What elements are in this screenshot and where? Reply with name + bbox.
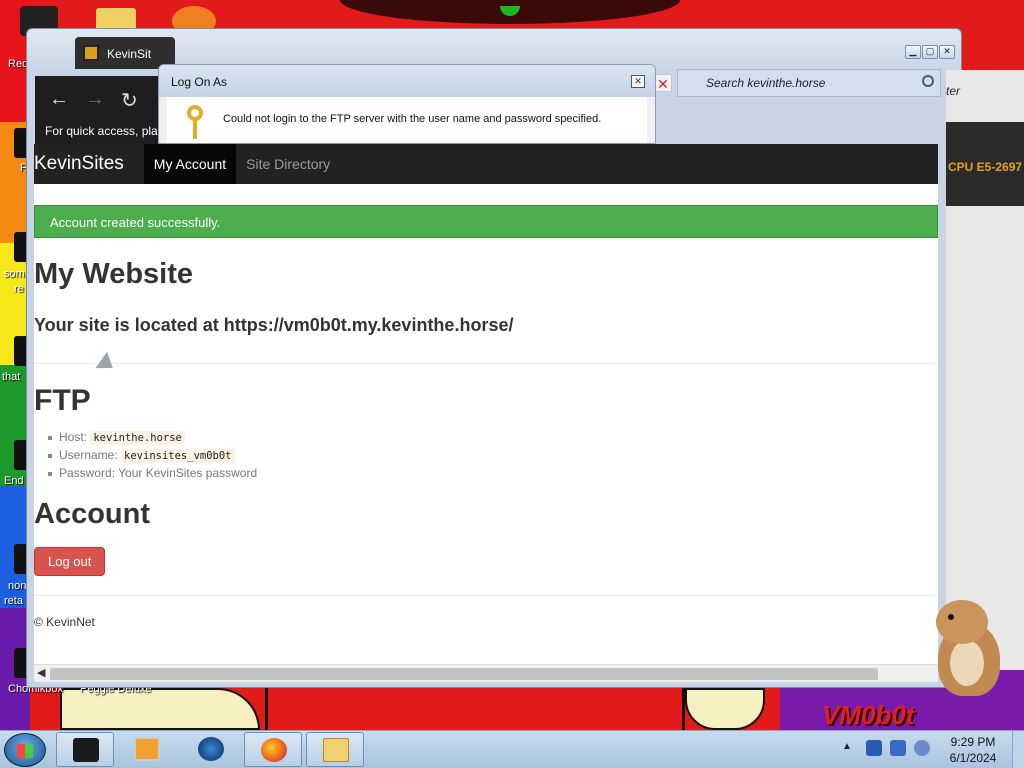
ftp-username-item: Username: kevinsites_vm0b0t: [48, 448, 938, 466]
start-button[interactable]: [4, 733, 46, 767]
globe-icon: [198, 737, 224, 761]
desktop-icon-label[interactable]: re: [14, 283, 24, 295]
maximize-icon[interactable]: ▢: [922, 45, 938, 59]
taskbar-app-globe[interactable]: [182, 732, 240, 767]
success-alert: Account created successfully.: [34, 205, 938, 238]
back-arrow-icon[interactable]: ←: [49, 88, 69, 111]
dialog-close-icon[interactable]: ✕: [631, 75, 645, 88]
terminal-icon: [73, 738, 99, 762]
taskbar-app-firefox[interactable]: [244, 732, 302, 767]
host-label: Host:: [59, 430, 88, 444]
keys-icon: [181, 105, 207, 141]
taskbar-app-explorer[interactable]: [306, 732, 364, 767]
wallpaper-shape: [685, 688, 765, 730]
desktop-icon-label[interactable]: Rec: [8, 58, 28, 70]
search-input[interactable]: Search kevinthe.horse: [706, 76, 825, 90]
taskbar-clock[interactable]: 9:29 PM 6/1/2024: [940, 734, 1006, 766]
media-player-icon: [134, 737, 160, 761]
footer-divider: [34, 595, 938, 596]
background-text: ter: [946, 84, 961, 98]
background-window: ter CPU E5-2697: [946, 70, 1024, 670]
password-value: Your KevinSites password: [118, 466, 258, 480]
nav-site-directory[interactable]: Site Directory: [236, 144, 340, 184]
forward-arrow-icon[interactable]: →: [85, 88, 105, 111]
favicon-icon: [83, 45, 99, 61]
cpu-label: CPU E5-2697: [948, 160, 1023, 174]
clock-date: 6/1/2024: [949, 751, 997, 765]
web-page: KevinSites My Account Site Directory Acc…: [34, 144, 938, 664]
horizontal-scrollbar[interactable]: ◀: [34, 664, 938, 682]
ftp-heading: FTP: [34, 384, 91, 417]
wallpaper-shape: [265, 688, 685, 730]
quick-access-text: For quick access, pla: [45, 124, 158, 138]
search-box[interactable]: ✕ Search kevinthe.horse: [654, 69, 941, 97]
site-brand[interactable]: KevinSites: [34, 153, 144, 175]
website-heading: My Website: [34, 258, 194, 290]
ftp-details-list: Host: kevinthe.horse Username: kevinsite…: [34, 430, 938, 484]
footer-text: © KevinNet: [34, 615, 95, 629]
hamster-mascot-icon: [930, 600, 1004, 700]
close-icon[interactable]: ✕: [939, 45, 955, 59]
host-value: kevinthe.horse: [90, 431, 185, 445]
window-controls: ▁ ▢ ✕: [905, 45, 955, 59]
username-label: Username:: [59, 448, 118, 462]
site-navbar: KevinSites My Account Site Directory: [34, 144, 938, 184]
desktop-icon-label[interactable]: End: [4, 475, 24, 487]
divider: [34, 363, 938, 364]
search-icon[interactable]: [922, 75, 934, 87]
minimize-icon[interactable]: ▁: [905, 45, 921, 59]
desktop-icon-label[interactable]: reta: [4, 595, 23, 607]
reload-icon[interactable]: ↻: [121, 88, 138, 113]
taskbar-app-terminal[interactable]: [56, 732, 114, 767]
wallpaper-text: VM0b0t: [822, 700, 915, 730]
volume-icon[interactable]: [914, 740, 930, 756]
site-location-text: Your site is located at https://vm0b0t.m…: [34, 315, 514, 335]
nav-my-account[interactable]: My Account: [143, 144, 237, 184]
logout-button[interactable]: Log out: [34, 547, 106, 576]
logon-dialog: Log On As ✕ Could not login to the FTP s…: [158, 64, 656, 144]
firefox-icon: [261, 738, 287, 762]
shield-icon[interactable]: [866, 740, 882, 756]
tray-expand-icon[interactable]: ▲: [842, 741, 852, 752]
scroll-left-icon[interactable]: ◀: [37, 666, 45, 679]
desktop-icon-label[interactable]: that: [2, 371, 20, 383]
tab-title: KevinSit: [107, 47, 152, 61]
network-icon[interactable]: [890, 740, 906, 756]
background-panel: CPU E5-2697: [946, 122, 1024, 206]
dialog-message: Could not login to the FTP server with t…: [223, 113, 602, 125]
folder-icon: [323, 738, 349, 762]
ftp-host-item: Host: kevinthe.horse: [48, 430, 938, 448]
dialog-title: Log On As: [159, 65, 655, 97]
dialog-body: Could not login to the FTP server with t…: [167, 97, 647, 143]
taskbar-app-media[interactable]: [118, 732, 176, 767]
scrollbar-thumb[interactable]: [50, 668, 878, 680]
desktop-icon-label[interactable]: som: [4, 268, 25, 280]
taskbar: ▲ 9:29 PM 6/1/2024: [0, 730, 1024, 768]
desktop-icon-label[interactable]: non: [8, 580, 26, 592]
ftp-password-item: Password: Your KevinSites password: [48, 466, 938, 484]
close-search-icon[interactable]: ✕: [654, 74, 672, 92]
password-label: Password:: [59, 466, 116, 480]
show-desktop-button[interactable]: [1012, 731, 1024, 768]
username-value: kevinsites_vm0b0t: [121, 449, 235, 463]
clock-time: 9:29 PM: [950, 735, 996, 749]
account-heading: Account: [34, 498, 150, 530]
